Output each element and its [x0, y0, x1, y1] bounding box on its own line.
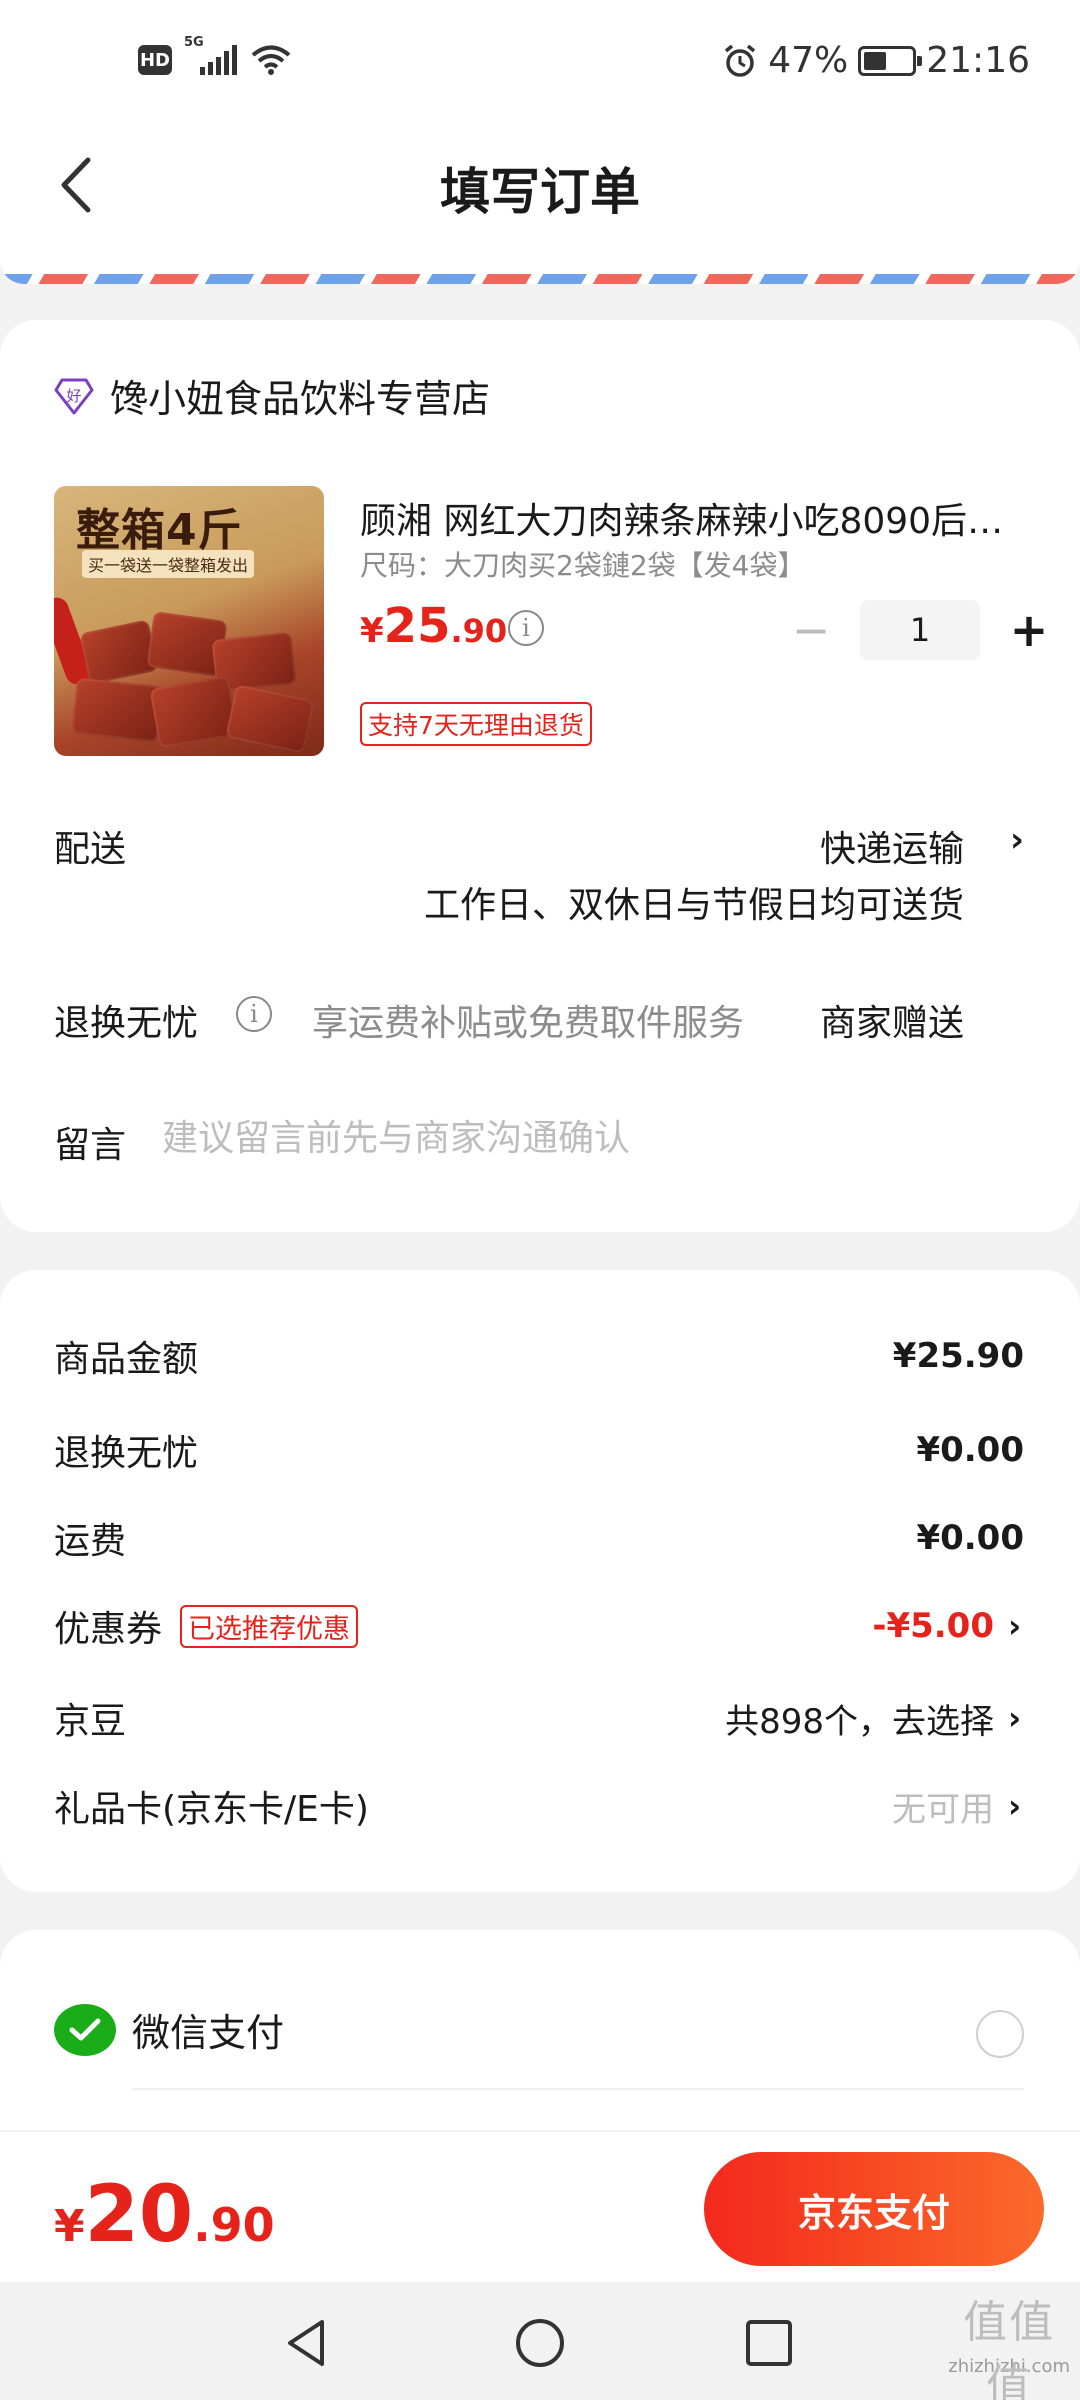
- worry-free-fee-value: ¥0.00: [916, 1430, 1024, 1470]
- gift-card-chevron-icon[interactable]: ›: [1008, 1787, 1024, 1825]
- goods-amount-value: ¥25.90: [892, 1336, 1024, 1376]
- worry-free-info-icon[interactable]: i: [236, 996, 272, 1032]
- order-total: ¥ 20 .90: [54, 2170, 275, 2260]
- coupon-value: -¥5.00: [872, 1606, 994, 1646]
- payment-card: 微信支付: [0, 1930, 1080, 2130]
- quantity-stepper: − 1 +: [786, 600, 1054, 660]
- jd-beans-label: 京豆: [54, 1701, 127, 1742]
- product-image-title: 整箱4斤: [76, 505, 243, 556]
- hd-icon: HD: [138, 45, 172, 75]
- worry-free-fee-row: 退换无忧 ¥0.00: [54, 1422, 1024, 1478]
- price-info-icon[interactable]: i: [508, 610, 544, 646]
- decrease-quantity-button[interactable]: −: [786, 602, 836, 658]
- coupon-chevron-icon[interactable]: ›: [1008, 1607, 1024, 1645]
- message-input[interactable]: [162, 1110, 1012, 1166]
- envelope-stripe: [0, 240, 1080, 284]
- store-logo-glyph: 好: [66, 387, 81, 405]
- shipping-value: ¥0.00: [916, 1518, 1024, 1558]
- battery-percent: 47%: [768, 40, 849, 81]
- product-price: ¥ 25 .90: [360, 598, 508, 654]
- jd-beans-value: 共898个，去选择: [725, 1701, 994, 1742]
- worry-free-value: 商家赠送: [819, 1003, 964, 1044]
- payment-method-label[interactable]: 微信支付: [132, 2002, 284, 2057]
- delivery-label: 配送: [54, 829, 127, 870]
- product-sku: 尺码：大刀肉买2袋鏈2袋【发4袋】: [360, 549, 806, 582]
- store-card: 好 馋小妞食品饮料专营店 整箱4斤 买一袋送一袋整箱发出 顾湘 网红大刀肉辣条麻…: [0, 320, 1080, 1232]
- checkout-bar: ¥ 20 .90 京东支付: [0, 2132, 1080, 2282]
- jd-beans-row[interactable]: 京豆 共898个，去选择 ›: [54, 1690, 1024, 1746]
- home-circle-icon[interactable]: [513, 2316, 567, 2370]
- store-header[interactable]: 好 馋小妞食品饮料专营店: [54, 368, 490, 423]
- payment-divider: [132, 2088, 1024, 2090]
- page-title: 填写订单: [440, 163, 640, 221]
- diamond-badge-icon: 好: [54, 376, 94, 416]
- price-summary-card: 商品金额 ¥25.90 退换无忧 ¥0.00 运费 ¥0.00 优惠券 已选推荐…: [0, 1270, 1080, 1892]
- battery-level: [864, 51, 887, 70]
- shipping-label: 运费: [54, 1521, 127, 1562]
- watermark: 值值值 zhizhizhi.com: [948, 2297, 1070, 2400]
- delivery-chevron-icon[interactable]: ›: [1010, 820, 1024, 860]
- wechat-pay-radio[interactable]: [976, 2010, 1024, 2058]
- product-image[interactable]: 整箱4斤 买一袋送一袋整箱发出: [54, 486, 324, 756]
- worry-free-label: 退换无忧: [54, 1003, 199, 1044]
- status-right: 47% 21:16: [722, 40, 1030, 81]
- signal-icon: 5G: [184, 35, 237, 75]
- product-title[interactable]: 顾湘 网红大刀肉辣条麻辣小吃8090后怀旧零食: [360, 492, 1020, 544]
- product-image-subtitle: 买一袋送一袋整箱发出: [82, 550, 255, 578]
- recents-square-icon[interactable]: [742, 2316, 796, 2370]
- coupon-row[interactable]: 优惠券 已选推荐优惠 -¥5.00 ›: [54, 1598, 1024, 1654]
- network-type: 5G: [184, 35, 204, 50]
- back-triangle-icon[interactable]: [280, 2316, 334, 2370]
- message-label: 留言: [54, 1125, 127, 1166]
- delivery-method[interactable]: 快递运输: [820, 820, 964, 872]
- wechat-pay-icon: [54, 2004, 116, 2056]
- goods-amount-label: 商品金额: [54, 1339, 199, 1380]
- coupon-label: 优惠券: [54, 1609, 163, 1650]
- battery-icon: [858, 45, 923, 76]
- status-time: 21:16: [926, 40, 1030, 81]
- worry-free-description: 享运费补贴或免费取件服务: [312, 1003, 745, 1044]
- shipping-row: 运费 ¥0.00: [54, 1510, 1024, 1566]
- delivery-schedule: 工作日、双休日与节假日均可送货: [423, 885, 964, 926]
- status-left: HD 5G: [138, 35, 291, 76]
- return-policy-tag: 支持7天无理由退货: [360, 702, 592, 746]
- watermark-glyphs: 值值值: [963, 2297, 1056, 2400]
- alarm-icon: [725, 44, 756, 77]
- increase-quantity-button[interactable]: +: [1004, 602, 1054, 658]
- system-navigation-bar: [0, 2282, 1080, 2400]
- status-bar: HD 5G 47% 21:16: [0, 0, 1080, 130]
- jd-pay-button[interactable]: 京东支付: [704, 2152, 1044, 2266]
- header: 填写订单: [0, 130, 1080, 240]
- coupon-selected-tag: 已选推荐优惠: [180, 1604, 359, 1648]
- worry-free-fee-label: 退换无忧: [54, 1433, 199, 1474]
- gift-card-row[interactable]: 礼品卡(京东卡/E卡) 无可用 ›: [54, 1778, 1024, 1834]
- store-name: 馋小妞食品饮料专营店: [110, 377, 491, 421]
- gift-card-value: 无可用: [892, 1789, 994, 1830]
- wifi-icon: [251, 45, 291, 75]
- goods-amount-row: 商品金额 ¥25.90: [54, 1328, 1024, 1384]
- quantity-value[interactable]: 1: [860, 600, 980, 660]
- jd-beans-chevron-icon[interactable]: ›: [1008, 1699, 1024, 1737]
- gift-card-label: 礼品卡(京东卡/E卡): [54, 1789, 369, 1830]
